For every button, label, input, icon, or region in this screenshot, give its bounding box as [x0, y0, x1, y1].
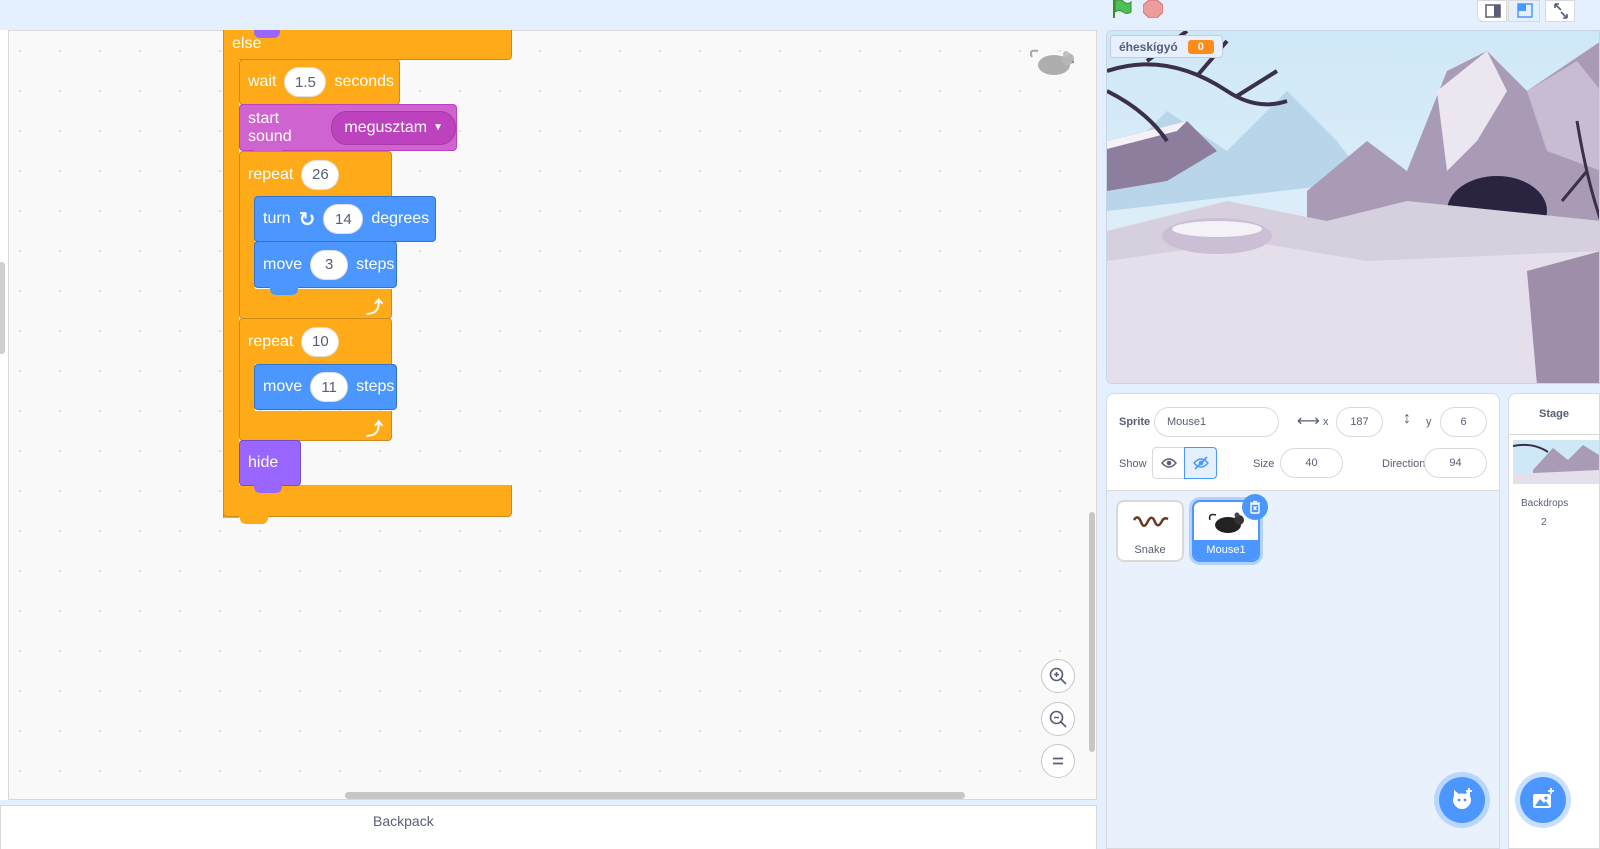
else-label: else: [232, 35, 262, 52]
move-steps-input[interactable]: 11: [310, 372, 349, 402]
repeat-block-spine: [239, 196, 255, 290]
show-sprite-button[interactable]: [1152, 447, 1185, 479]
zoom-out-button[interactable]: [1041, 702, 1075, 736]
backdrops-count: 2: [1541, 517, 1547, 528]
direction-label: Direction: [1382, 458, 1426, 470]
small-stage-icon: [1485, 4, 1501, 18]
y-position-icon: ↕: [1403, 410, 1411, 427]
large-stage-icon: [1517, 3, 1533, 18]
fullscreen-icon: [1554, 3, 1568, 19]
horizontal-scrollbar[interactable]: [345, 792, 965, 799]
sprite-watermark-mouse-icon: [1029, 45, 1080, 86]
wait-block[interactable]: wait 1.5 seconds: [239, 59, 400, 105]
x-position-input[interactable]: 187: [1336, 407, 1383, 437]
hide-label: hide: [248, 454, 279, 471]
repeat-count-input[interactable]: 10: [301, 326, 340, 357]
sprite-name-label: Sprite: [1119, 416, 1151, 428]
block-notch: [240, 516, 268, 524]
vertical-scrollbar[interactable]: [1089, 512, 1095, 752]
size-label: Size: [1253, 458, 1275, 470]
turn-degrees-input[interactable]: 14: [323, 204, 364, 234]
repeat-block[interactable]: repeat 26: [239, 151, 392, 197]
trash-icon: [1250, 500, 1260, 514]
y-position-input[interactable]: 6: [1440, 407, 1487, 437]
fullscreen-button[interactable]: [1545, 0, 1575, 22]
start-sound-block[interactable]: start sound megusztam ▼: [239, 104, 457, 151]
start-sound-label: start sound: [248, 109, 292, 145]
move-steps-block[interactable]: move 3 steps: [254, 241, 397, 288]
stage-canvas[interactable]: [1106, 30, 1600, 384]
turn-right-block[interactable]: turn ↻ 14 degrees: [254, 196, 436, 242]
sound-dropdown-value: megusztam: [344, 118, 428, 136]
choose-sprite-button[interactable]: [1439, 777, 1485, 823]
move-unit-label: steps: [356, 378, 395, 395]
sprite-name-input[interactable]: Mouse1: [1154, 407, 1279, 437]
backdrops-label: Backdrops: [1521, 498, 1569, 509]
code-area[interactable]: [0, 30, 1097, 800]
choose-backdrop-button[interactable]: [1520, 777, 1566, 823]
size-input[interactable]: 40: [1280, 448, 1343, 478]
repeat-label: repeat: [248, 165, 294, 183]
turn-label: turn: [263, 210, 291, 227]
y-label: y: [1426, 416, 1432, 428]
zoom-reset-button[interactable]: [1041, 744, 1075, 778]
block-notch: [254, 485, 282, 493]
loop-arrow-icon: ⤴: [366, 420, 383, 439]
variable-monitor-value: 0: [1187, 39, 1214, 54]
wait-unit-label: seconds: [334, 73, 395, 90]
mouse-thumbnail-icon: [1208, 512, 1244, 533]
backpack-bar[interactable]: Backpack: [0, 805, 1097, 849]
small-stage-button[interactable]: [1477, 0, 1507, 22]
zoom-in-icon: [1049, 667, 1067, 685]
sound-dropdown[interactable]: megusztam ▼: [331, 110, 456, 145]
move-steps-input[interactable]: 3: [310, 249, 349, 280]
move-steps-block[interactable]: move 11 steps: [254, 364, 397, 410]
wait-label: wait: [248, 73, 277, 90]
wait-seconds-input[interactable]: 1.5: [284, 67, 327, 97]
move-label: move: [263, 378, 303, 395]
sprite-tile-snake[interactable]: Snake: [1116, 500, 1184, 562]
hide-sprite-button[interactable]: [1184, 447, 1217, 479]
if-else-block-spine: [223, 30, 239, 518]
zoom-in-button[interactable]: [1041, 659, 1075, 693]
stage-pane-title: Stage: [1509, 394, 1599, 435]
large-stage-button[interactable]: [1508, 0, 1540, 22]
eye-slash-icon: [1192, 456, 1209, 470]
equals-icon: [1053, 757, 1063, 765]
repeat-label: repeat: [248, 332, 294, 350]
x-label: x: [1323, 416, 1329, 428]
sprite-tile-name: Mouse1: [1194, 540, 1258, 560]
direction-input[interactable]: 94: [1424, 448, 1487, 478]
snake-thumbnail-icon: [1132, 516, 1169, 527]
hide-block[interactable]: hide: [239, 440, 301, 486]
x-position-icon: ⟷: [1297, 413, 1320, 430]
stage-backdrop-winter-cave: [1107, 31, 1599, 383]
sprite-tile-name: Snake: [1134, 544, 1166, 556]
loop-arrow-icon: ⤴: [366, 298, 383, 317]
green-flag-icon[interactable]: [1110, 0, 1132, 18]
rotate-right-icon: ↻: [298, 208, 316, 231]
dropdown-arrow-icon: ▼: [433, 122, 443, 133]
code-area-left-edge: [0, 30, 9, 800]
add-sprite-cat-icon: [1453, 788, 1472, 809]
eye-icon: [1160, 458, 1177, 468]
turn-unit-label: degrees: [371, 210, 430, 227]
delete-sprite-button[interactable]: [1242, 494, 1268, 520]
backpack-label: Backpack: [373, 813, 434, 829]
repeat-count-input[interactable]: 26: [301, 159, 340, 190]
variable-monitor[interactable]: éheskígyó 0: [1110, 35, 1223, 58]
flyout-scrollbar[interactable]: [0, 262, 5, 354]
show-label: Show: [1119, 458, 1147, 470]
repeat-block-spine: [239, 363, 255, 413]
zoom-out-icon: [1049, 710, 1067, 728]
sprite-info-panel: Sprite Mouse1 ⟷ x 187 ↕ y 6 Show Size 40…: [1106, 393, 1500, 491]
stop-icon[interactable]: [1142, 0, 1164, 19]
move-unit-label: steps: [356, 255, 395, 273]
variable-monitor-name: éheskígyó: [1119, 39, 1178, 54]
move-label: move: [263, 255, 303, 273]
block-notch: [270, 287, 298, 295]
repeat-block[interactable]: repeat 10: [239, 318, 392, 364]
backdrop-thumbnail: [1513, 440, 1599, 484]
add-backdrop-icon: [1533, 788, 1554, 808]
